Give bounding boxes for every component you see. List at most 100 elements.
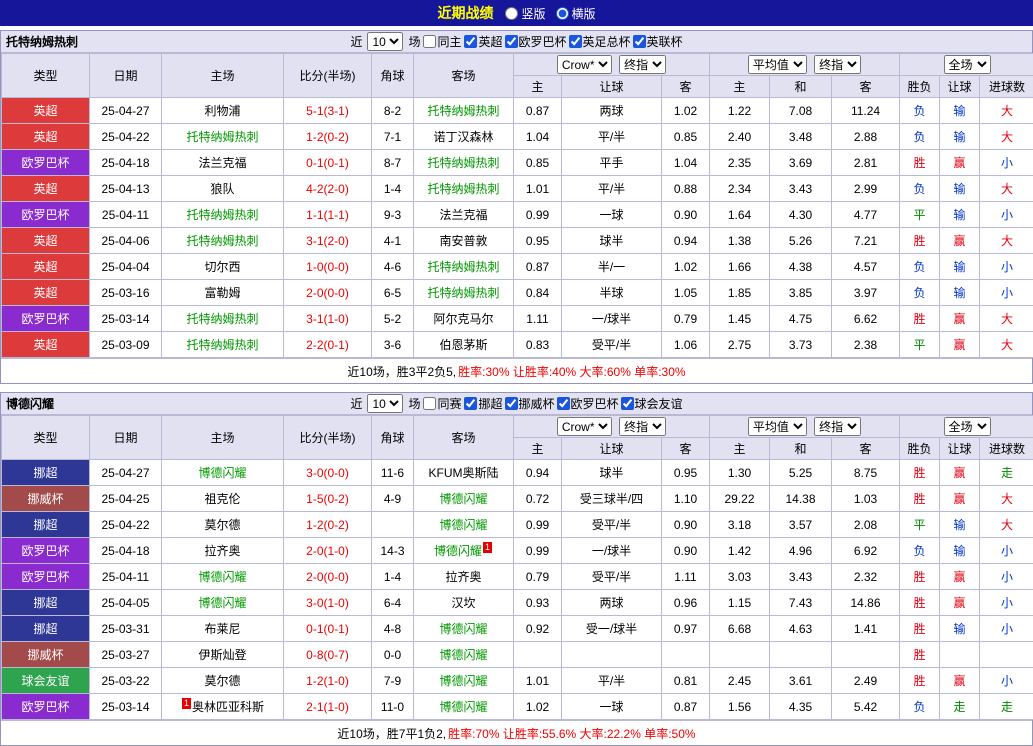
team-name: 法兰克福 <box>439 208 487 222</box>
match-score: 1-5(0-2) <box>284 486 372 512</box>
league-filter-checkbox[interactable] <box>505 397 518 410</box>
team-name: 托特纳姆热刺 <box>186 130 258 144</box>
avg-away: 4.57 <box>832 254 900 280</box>
league-filter[interactable]: 挪超 <box>464 395 502 412</box>
same-filter[interactable]: 同赛 <box>423 395 461 412</box>
avg-away: 14.86 <box>832 590 900 616</box>
avg-draw: 3.61 <box>770 668 832 694</box>
odds-away: 1.11 <box>662 564 710 590</box>
layout-radio[interactable] <box>505 7 518 20</box>
odds-handicap: 受三球半/四 <box>562 486 662 512</box>
team-name: 博德闪耀 <box>198 466 246 480</box>
final-odds-select[interactable]: 终指 <box>619 417 666 436</box>
league-badge: 英超 <box>2 98 90 124</box>
result-wdl: 负 <box>900 254 940 280</box>
col-score: 比分(半场) <box>284 416 372 460</box>
team-name: 狼队 <box>210 182 234 196</box>
league-filter-checkbox[interactable] <box>505 35 518 48</box>
filters: 近 10 场 同主 英超欧罗巴杯英足总杯英联杯 <box>350 32 682 51</box>
result-goals: 小 <box>980 150 1033 176</box>
team-name: 拉齐奥 <box>445 570 481 584</box>
layout-option-vertical[interactable]: 竖版 <box>505 5 545 22</box>
layout-radio[interactable] <box>556 7 569 20</box>
result-wdl: 负 <box>900 124 940 150</box>
match-row: 英超25-04-06托特纳姆热刺3-1(2-0)4-1南安普敦0.95球半0.9… <box>2 228 1033 254</box>
bookmaker-select[interactable]: Crow* <box>557 55 612 74</box>
league-filter[interactable]: 欧罗巴杯 <box>505 33 567 50</box>
match-row: 英超25-03-09托特纳姆热刺2-2(0-1)3-6伯恩茅斯0.83受平/半1… <box>2 332 1033 358</box>
result-goals: 大 <box>980 124 1033 150</box>
league-filter[interactable]: 英足总杯 <box>569 33 631 50</box>
team-name: 南安普敦 <box>439 234 487 248</box>
league-filter[interactable]: 英超 <box>464 33 502 50</box>
league-filter[interactable]: 英联杯 <box>633 33 683 50</box>
full-match-select[interactable]: 全场 <box>944 417 991 436</box>
result-wdl: 平 <box>900 202 940 228</box>
average-select[interactable]: 平均值 <box>748 55 807 74</box>
avg-away: 5.42 <box>832 694 900 720</box>
corner-score: 8-7 <box>372 150 414 176</box>
league-filter-checkbox[interactable] <box>569 35 582 48</box>
result-wdl: 负 <box>900 280 940 306</box>
league-badge: 英超 <box>2 332 90 358</box>
col-away: 客场 <box>414 416 514 460</box>
final-odds-select[interactable]: 终指 <box>619 55 666 74</box>
avg-draw: 3.73 <box>770 332 832 358</box>
avg-draw <box>770 642 832 668</box>
col-odds-away: 客 <box>662 438 710 460</box>
corner-score: 14-3 <box>372 538 414 564</box>
league-filter[interactable]: 欧罗巴杯 <box>557 395 619 412</box>
league-filter-checkbox[interactable] <box>633 35 646 48</box>
avg-away: 2.99 <box>832 176 900 202</box>
home-team: 博德闪耀 <box>162 590 284 616</box>
match-count-select[interactable]: 10 <box>367 32 403 51</box>
away-team: 南安普敦 <box>414 228 514 254</box>
bookmaker-select[interactable]: Crow* <box>557 417 612 436</box>
avg-home: 29.22 <box>710 486 770 512</box>
same-filter[interactable]: 同主 <box>423 33 461 50</box>
col-date: 日期 <box>90 416 162 460</box>
team-name: 托特纳姆热刺 <box>186 234 258 248</box>
same-checkbox[interactable] <box>423 397 436 410</box>
league-badge: 英超 <box>2 176 90 202</box>
league-filter-checkbox[interactable] <box>557 397 570 410</box>
col-odds-away: 客 <box>662 76 710 98</box>
avg-draw: 7.08 <box>770 98 832 124</box>
match-date: 25-03-22 <box>90 668 162 694</box>
avg-draw: 3.69 <box>770 150 832 176</box>
league-filter-checkbox[interactable] <box>621 397 634 410</box>
final-odds-select-2[interactable]: 终指 <box>814 55 861 74</box>
same-checkbox[interactable] <box>423 35 436 48</box>
match-date: 25-03-16 <box>90 280 162 306</box>
match-score: 0-8(0-7) <box>284 642 372 668</box>
col-result-handicap: 让球 <box>940 76 980 98</box>
layout-option-horizontal[interactable]: 横版 <box>556 5 596 22</box>
col-score: 比分(半场) <box>284 54 372 98</box>
team-name: 布莱尼 <box>204 622 240 636</box>
league-filter[interactable]: 挪威杯 <box>505 395 555 412</box>
league-filter[interactable]: 球会友谊 <box>621 395 683 412</box>
col-type: 类型 <box>2 416 90 460</box>
team-name: 托特纳姆热刺 <box>186 338 258 352</box>
team-name: 托特纳姆热刺 <box>427 182 499 196</box>
league-filter-label: 挪威杯 <box>519 395 555 412</box>
avg-away: 2.38 <box>832 332 900 358</box>
corner-score: 1-4 <box>372 564 414 590</box>
corner-score: 9-3 <box>372 202 414 228</box>
league-filter-checkbox[interactable] <box>464 35 477 48</box>
games-label: 场 <box>408 395 420 412</box>
league-filter-checkbox[interactable] <box>464 397 477 410</box>
team-name: 祖克伦 <box>204 492 240 506</box>
odds-away: 0.96 <box>662 590 710 616</box>
final-odds-select-2[interactable]: 终指 <box>814 417 861 436</box>
average-select[interactable]: 平均值 <box>748 417 807 436</box>
full-match-select[interactable]: 全场 <box>944 55 991 74</box>
league-badge: 英超 <box>2 124 90 150</box>
results-table: 类型 日期 主场 比分(半场) 角球 客场 Crow* 终指 平均值 终指 全场 <box>1 415 1033 720</box>
away-team: KFUM奥斯陆 <box>414 460 514 486</box>
match-count-select[interactable]: 10 <box>367 394 403 413</box>
team-name: 托特纳姆热刺 <box>427 104 499 118</box>
result-goals: 小 <box>980 616 1033 642</box>
result-goals: 大 <box>980 486 1033 512</box>
fullmatch-header: 全场 <box>900 416 1033 438</box>
